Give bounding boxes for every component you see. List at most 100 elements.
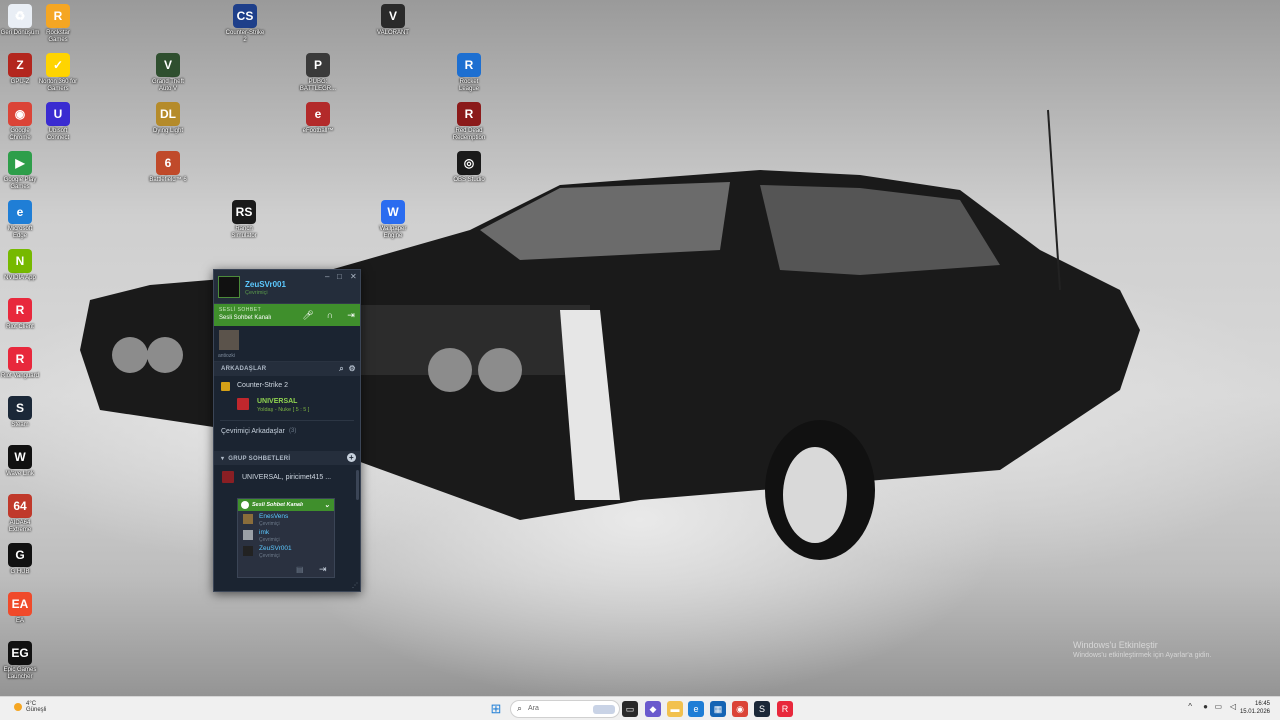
- tray-chevron-icon[interactable]: ^: [1188, 702, 1192, 711]
- desktop-shortcut[interactable]: 64 AIDA64 Extreme: [0, 494, 40, 534]
- riot-client-icon[interactable]: R: [777, 701, 793, 717]
- friend-activity: Yoldaş - Nuke [ 5 : 5 ]: [257, 407, 310, 413]
- group-avatar: [222, 471, 234, 483]
- friends-section-title: ARKADAŞLAR: [221, 366, 267, 372]
- desktop-shortcut[interactable]: R Riot Client: [0, 298, 40, 331]
- desktop-shortcut[interactable]: W Wallpaper Engine: [373, 200, 413, 240]
- gta-v-icon: V: [156, 53, 180, 77]
- game-group[interactable]: Counter-Strike 2: [214, 378, 360, 394]
- desktop-shortcut-label: Google Chrome: [9, 128, 31, 141]
- desktop-shortcut-label: Google Play Games: [3, 177, 37, 190]
- copilot-icon[interactable]: ◆: [645, 701, 661, 717]
- desktop-shortcut[interactable]: EA EA: [0, 592, 40, 625]
- clock-time: 16:45: [1254, 701, 1270, 707]
- desktop-shortcut[interactable]: R Rockstar Games: [38, 4, 78, 44]
- desktop-shortcut[interactable]: R Riot Vanguard: [0, 347, 40, 380]
- desktop-shortcut-label: Steam: [11, 422, 29, 428]
- desktop-shortcut-label: Counter-Strike 2: [225, 30, 265, 43]
- voice-channel[interactable]: Sesli Sohbet Kanalı: [219, 315, 271, 321]
- store-icon[interactable]: ▦: [710, 701, 726, 717]
- group-chat-row[interactable]: UNIVERSAL, piricimet415 ...: [214, 465, 360, 489]
- group-voice-channel[interactable]: Sesli Sohbet Kanalı ⌄: [238, 499, 334, 511]
- desktop-shortcut[interactable]: W Wave Link: [0, 445, 40, 478]
- friend-row[interactable]: UNIVERSAL Yoldaş - Nuke [ 5 : 5 ]: [214, 394, 360, 418]
- start-icon[interactable]: ⊞: [488, 701, 504, 717]
- chevron-down-icon[interactable]: ▾: [221, 456, 224, 462]
- volume-icon[interactable]: ◁: [1230, 702, 1236, 711]
- desktop-shortcut-label: Dying Light: [152, 128, 184, 134]
- friend-avatar: [237, 398, 249, 410]
- resize-handle-icon[interactable]: ⋰: [352, 582, 358, 589]
- microphone-icon[interactable]: ●: [1203, 702, 1208, 711]
- add-friend-icon[interactable]: ⚙: [349, 364, 356, 373]
- desktop-shortcut[interactable]: ♻ Geri Dönüşüm: [0, 4, 40, 37]
- desktop-shortcut-label: Rocket League: [458, 79, 480, 92]
- voice-members: antiozki: [214, 326, 360, 362]
- desktop-shortcut-label: EA: [15, 618, 24, 624]
- member-status: Çevrimiçi: [259, 553, 280, 559]
- scrollbar[interactable]: [356, 470, 359, 500]
- username[interactable]: ZeuSVr001: [245, 280, 286, 289]
- desktop-shortcut[interactable]: P PUBG: BATTLEGR...: [298, 53, 338, 93]
- desktop-shortcut[interactable]: R Rocket League: [449, 53, 489, 93]
- desktop-shortcut[interactable]: S Steam: [0, 396, 40, 429]
- user-avatar[interactable]: [218, 276, 240, 298]
- desktop-shortcut[interactable]: 6 Battlefield™ 6: [148, 151, 188, 184]
- rdr-icon: R: [457, 102, 481, 126]
- desktop-shortcut[interactable]: e Microsoft Edge: [0, 200, 40, 240]
- add-group-icon[interactable]: +: [347, 453, 356, 462]
- close-icon[interactable]: ✕: [350, 273, 358, 281]
- desktop-shortcut[interactable]: V Grand Theft Auto V: [148, 53, 188, 93]
- chrome-icon[interactable]: ◉: [732, 701, 748, 717]
- desktop-shortcut[interactable]: ◉ Google Chrome: [0, 102, 40, 142]
- leave-voice-icon[interactable]: ⇥: [345, 309, 357, 321]
- group-member-row[interactable]: ZeuSVr001 Çevrimiçi: [238, 543, 334, 559]
- desktop-shortcut[interactable]: CS Counter-Strike 2: [225, 4, 265, 44]
- desktop-shortcut[interactable]: e eFootball™: [298, 102, 338, 135]
- steam-icon[interactable]: S: [754, 701, 770, 717]
- desktop-shortcut[interactable]: DL Dying Light: [148, 102, 188, 135]
- voice-member-avatar[interactable]: [219, 330, 239, 350]
- search-box[interactable]: ⌕ Ara: [510, 700, 620, 718]
- join-voice-icon[interactable]: ⇥: [319, 564, 327, 575]
- member-name: imk: [259, 529, 270, 536]
- desktop-shortcut-label: Wave Link: [6, 471, 34, 477]
- settings-icon[interactable]: ▤: [296, 565, 304, 574]
- wallpaper-car: [80, 109, 1140, 560]
- task-view-icon[interactable]: ▭: [622, 701, 638, 717]
- file-explorer-icon[interactable]: ▬: [667, 701, 683, 717]
- desktop-shortcut-label: Rockstar Games: [46, 30, 70, 43]
- member-name: EnesVens: [259, 513, 289, 520]
- rockstar-launcher-icon: R: [46, 4, 70, 28]
- desktop-shortcut[interactable]: EG Epic Games Launcher: [0, 641, 40, 681]
- weather-widget[interactable]: 4°C Güneşli: [14, 701, 54, 713]
- riot-client-icon: R: [8, 298, 32, 322]
- g-hub-icon: G: [8, 543, 32, 567]
- desktop-shortcut[interactable]: ▶ Google Play Games: [0, 151, 40, 191]
- desktop-shortcut[interactable]: G G HUB: [0, 543, 40, 576]
- desktop-shortcut[interactable]: U Ubisoft Connect: [38, 102, 78, 142]
- minimize-icon[interactable]: –: [325, 273, 333, 281]
- steam-friends-window[interactable]: ZeuSVr001 Çevrimiçi – □ ✕ SESLİ SOHBET S…: [213, 269, 361, 592]
- group-member-row[interactable]: EnesVens Çevrimiçi: [238, 511, 334, 527]
- search-icon[interactable]: ⌕: [339, 364, 344, 374]
- desktop-shortcut[interactable]: RS Ranch Simulator: [224, 200, 264, 240]
- group-member-row[interactable]: imk Çevrimiçi: [238, 527, 334, 543]
- online-friends-row[interactable]: Çevrimiçi Arkadaşlar (3): [214, 423, 360, 441]
- microphone-icon[interactable]: 🎤︎: [302, 309, 314, 321]
- desktop-shortcut[interactable]: Z GPU-Z: [0, 53, 40, 86]
- maximize-icon[interactable]: □: [337, 273, 345, 281]
- desktop-shortcut[interactable]: R Red Dead Redemption: [449, 102, 489, 142]
- desktop-shortcut[interactable]: ✓ Norton 360 for Gamers: [38, 53, 78, 93]
- desktop-shortcut[interactable]: ◎ OBS Studio: [449, 151, 489, 184]
- desktop-shortcut[interactable]: V VALORANT: [373, 4, 413, 37]
- desktop-shortcut[interactable]: N NVIDIA App: [0, 249, 40, 282]
- voice-chat-bar: SESLİ SOHBET Sesli Sohbet Kanalı 🎤︎ ∩ ⇥: [214, 304, 360, 326]
- headphones-icon[interactable]: ∩: [324, 309, 336, 321]
- wallpaper-engine-icon: W: [381, 200, 405, 224]
- clock[interactable]: 16:45 15.01.2026: [1240, 700, 1270, 716]
- edge-icon[interactable]: e: [688, 701, 704, 717]
- network-icon[interactable]: ▭: [1214, 702, 1222, 711]
- chevron-down-icon[interactable]: ⌄: [324, 501, 330, 509]
- obs-icon: ◎: [457, 151, 481, 175]
